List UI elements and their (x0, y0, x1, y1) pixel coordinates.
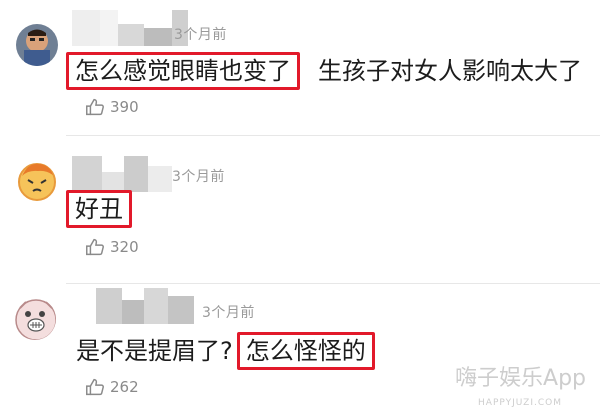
comment-item: 3个月前 好丑 320 (0, 136, 600, 284)
thumbs-up-icon (86, 238, 104, 256)
highlighted-text: 怎么怪怪的 (236, 332, 375, 370)
watermark-text: 嗨子娱乐App (455, 366, 586, 391)
avatar[interactable] (16, 24, 58, 66)
comment-item: 3个月前 是不是提眉了? 怎么怪怪的 262 (0, 284, 600, 414)
like-count: 320 (110, 238, 139, 256)
like-count: 262 (110, 378, 139, 396)
username-blurred[interactable] (72, 10, 188, 46)
like-button[interactable]: 262 (84, 376, 139, 398)
like-button[interactable]: 390 (84, 96, 139, 118)
like-button[interactable]: 320 (84, 236, 139, 258)
comment-time: 3个月前 (174, 27, 227, 43)
comment-text: 好丑 (66, 190, 152, 228)
thumbs-up-icon (86, 378, 104, 396)
highlighted-text: 好丑 (66, 190, 132, 228)
comment-item: 3个月前 怎么感觉眼睛也变了 生孩子对女人影响太大了 390 (0, 0, 600, 136)
username-blurred[interactable] (96, 288, 194, 324)
comment-text: 是不是提眉了? 怎么怪怪的 (76, 332, 375, 370)
comment-text-prefix: 是不是提眉了? (76, 337, 233, 365)
watermark: 嗨子娱乐App (455, 360, 586, 392)
comment-time: 3个月前 (202, 305, 255, 321)
comment-time: 3个月前 (172, 169, 225, 185)
comment-text-rest: 生孩子对女人影响太大了 (318, 57, 582, 85)
watermark-subtext: HAPPYJUZI.COM (478, 398, 562, 408)
avatar[interactable] (14, 298, 56, 340)
thumbs-up-icon (86, 98, 104, 116)
avatar[interactable] (16, 160, 58, 202)
username-blurred[interactable] (72, 156, 172, 192)
highlighted-text: 怎么感觉眼睛也变了 (66, 52, 300, 90)
comment-text: 怎么感觉眼睛也变了 生孩子对女人影响太大了 (66, 52, 584, 90)
like-count: 390 (110, 98, 139, 116)
